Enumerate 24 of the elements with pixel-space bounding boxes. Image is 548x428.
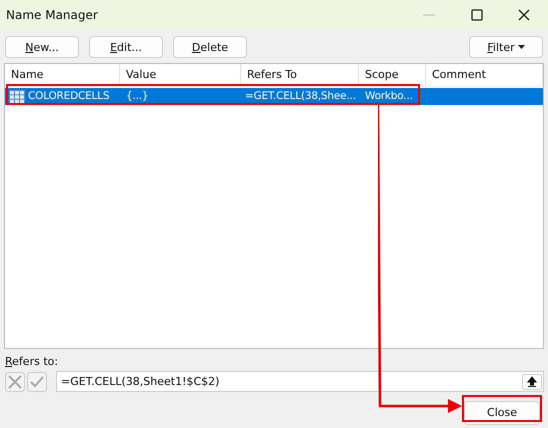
maximize-icon[interactable] [471,9,483,21]
toolbar-button[interactable]: Delete [173,36,247,58]
collapse-icon[interactable] [522,374,542,390]
close-icon[interactable] [518,9,530,21]
table-icon [9,90,25,104]
column-header[interactable]: Value [120,64,241,86]
refers-to-field[interactable]: =GET.CELL(38,Sheet1!$C$2) [56,371,544,392]
close-button[interactable]: Close [464,401,540,425]
column-header[interactable]: Name [5,64,120,86]
toolbar-button[interactable]: Edit... [89,36,163,58]
column-header[interactable]: Scope [359,64,426,86]
check-icon[interactable] [27,372,47,392]
caret-icon [518,45,525,49]
column-header[interactable]: Comment [426,64,543,86]
toolbar-button[interactable]: New... [5,36,79,58]
name-row[interactable]: COLOREDCELLS {...} =GET.CELL(38,Shee... Workbo... [5,88,543,105]
table-cell-text: =GET.CELL(38,Shee... [244,89,357,104]
table-cell-text: Workbo... [364,89,414,104]
refers-to-label: Refers to: [5,355,58,368]
column-header[interactable]: Refers To [241,64,359,86]
filter-button[interactable]: Filter [469,36,543,58]
table-cell-text: {...} [125,89,150,104]
table-cell-text: COLOREDCELLS [28,89,110,104]
window-title: Name Manager [6,8,98,22]
